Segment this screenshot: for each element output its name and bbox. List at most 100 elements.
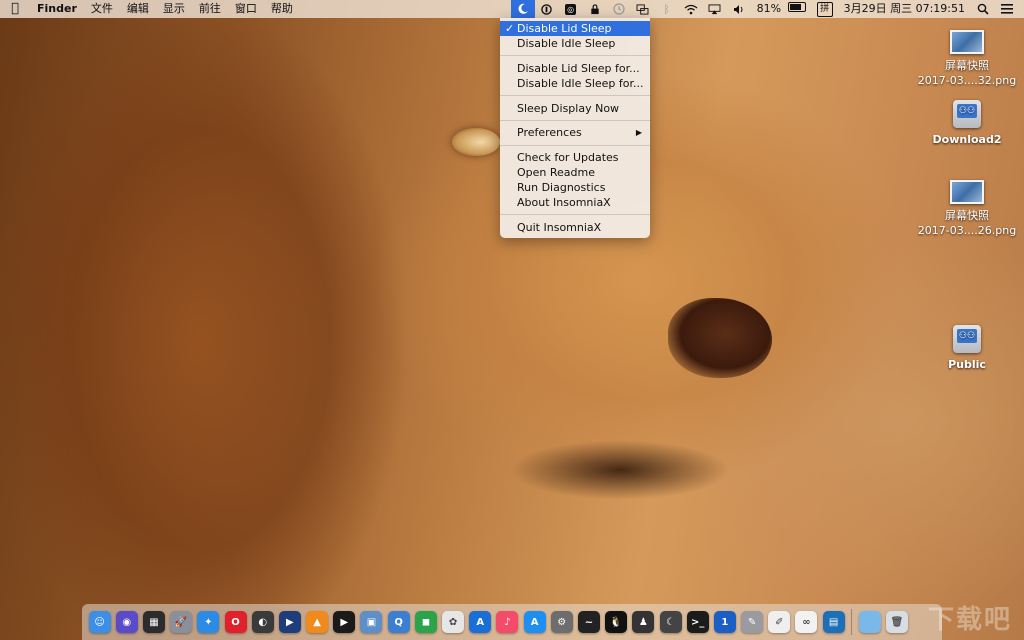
dock-app-terminal-icon[interactable]: >_	[686, 611, 709, 633]
dock-app-facetime-icon[interactable]: ◼	[414, 611, 437, 633]
submenu-arrow-icon: ▶	[635, 128, 642, 137]
file-name-line2: 2017-03....32.png	[917, 74, 1017, 87]
lock-icon[interactable]	[583, 0, 607, 18]
menu-item-disable-lid-sleep[interactable]: ✓ Disable Lid Sleep	[500, 21, 650, 36]
battery-icon	[787, 2, 806, 12]
bluetooth-icon[interactable]: ᛒ	[655, 0, 679, 18]
dock-app-music-icon[interactable]: ♪	[496, 611, 519, 633]
input-method-icon[interactable]: 拼	[812, 0, 838, 18]
menu-help[interactable]: 帮助	[264, 0, 300, 18]
dock-app-safari-icon[interactable]: ✦	[197, 611, 220, 633]
dock-app-finder-icon[interactable]: ☺	[88, 611, 111, 633]
menu-bar:  Finder 文件 编辑 显示 前往 窗口 帮助 ◎ ᛒ	[0, 0, 1024, 18]
dock-app-player-icon[interactable]: ▶	[333, 611, 356, 633]
menu-view[interactable]: 显示	[156, 0, 192, 18]
menu-item-check-for-updates[interactable]: Check for Updates	[500, 150, 650, 165]
onepassword-status-icon[interactable]	[535, 0, 559, 18]
menu-item-disable-idle-sleep-for[interactable]: Disable Idle Sleep for...	[500, 76, 650, 91]
dock-app-messages-q-icon[interactable]: Q	[387, 611, 410, 633]
dock-app-textedit-icon[interactable]: ✐	[768, 611, 791, 633]
menu-go[interactable]: 前往	[192, 0, 228, 18]
menu-item-run-diagnostics[interactable]: Run Diagnostics	[500, 180, 650, 195]
desktop-drive-public[interactable]: ⚇⚇ Public	[912, 325, 1022, 372]
menu-app-name[interactable]: Finder	[30, 0, 84, 18]
battery-percent[interactable]: 81%	[751, 0, 812, 18]
dock-app-night-icon[interactable]: ☾	[659, 611, 682, 633]
status-area: ◎ ᛒ 81% 拼 3月29日 周三 07:19:51	[510, 0, 1024, 18]
status-app-icon[interactable]: ◎	[559, 0, 583, 18]
menu-separator	[500, 95, 650, 96]
dock-app-qq-icon[interactable]: 🐧	[605, 611, 628, 633]
dock-app-xcode-icon[interactable]: A	[469, 611, 492, 633]
dock-app-vlc-icon[interactable]: ▲	[306, 611, 329, 633]
menu-file[interactable]: 文件	[84, 0, 120, 18]
file-name-line1: 屏幕快照	[945, 59, 989, 72]
window-icon[interactable]	[631, 0, 655, 18]
insomniax-icon[interactable]	[510, 0, 535, 18]
menu-item-label: Sleep Display Now	[517, 102, 620, 115]
file-name-line1: 屏幕快照	[945, 209, 989, 222]
network-drive-icon: ⚇⚇	[953, 100, 981, 128]
airplay-icon[interactable]	[703, 0, 727, 18]
screenshot-thumbnail-icon	[950, 180, 984, 204]
desktop-drive-download2[interactable]: ⚇⚇ Download2	[912, 100, 1022, 147]
network-users-icon: ⚇⚇	[957, 329, 977, 343]
menu-item-label: Preferences	[517, 126, 582, 139]
menu-window[interactable]: 窗口	[228, 0, 264, 18]
input-method-label: 拼	[816, 1, 833, 17]
dock-app-preview-icon[interactable]: ▣	[360, 611, 383, 633]
menu-item-quit-insomniax[interactable]: Quit InsomniaX	[500, 220, 650, 235]
dock-trash-icon[interactable]: 🗑	[886, 611, 909, 633]
dock-app-quicktime-icon[interactable]: ▶	[278, 611, 301, 633]
menu-item-label: Disable Lid Sleep	[517, 22, 612, 35]
battery-fill	[789, 4, 801, 10]
menu-item-sleep-display-now[interactable]: Sleep Display Now	[500, 101, 650, 116]
menu-item-label: Disable Lid Sleep for...	[517, 62, 640, 75]
dock-app-activity-monitor-icon[interactable]: ~	[577, 611, 600, 633]
file-name-line2: 2017-03....26.png	[917, 224, 1017, 237]
desktop-screenshot-file-2[interactable]: 屏幕快照 2017-03....26.png	[912, 180, 1022, 238]
menu-separator	[500, 120, 650, 121]
dock-app-app-store-icon[interactable]: A	[523, 611, 546, 633]
menu-item-disable-lid-sleep-for[interactable]: Disable Lid Sleep for...	[500, 61, 650, 76]
wallpaper-lion-mouth	[510, 440, 730, 500]
dock-app-system-prefs-icon[interactable]: ⚙	[550, 611, 573, 633]
dock-app-chrome-like-icon[interactable]: ◐	[251, 611, 274, 633]
battery-percent-text: 81%	[756, 2, 782, 15]
spotlight-search-icon[interactable]	[971, 0, 995, 18]
menu-item-label: Disable Idle Sleep for...	[517, 77, 644, 90]
dock-app-siri-icon[interactable]: ◉	[115, 611, 138, 633]
menu-item-label: Run Diagnostics	[517, 181, 606, 194]
menu-item-preferences[interactable]: Preferences ▶	[500, 125, 650, 140]
wallpaper-lion-eye	[452, 128, 500, 156]
dock-app-dashboard-icon[interactable]: ▦	[142, 611, 165, 633]
menu-item-about-insomniax[interactable]: About InsomniaX	[500, 195, 650, 210]
drive-name: Download2	[932, 133, 1002, 146]
menu-item-disable-idle-sleep[interactable]: Disable Idle Sleep	[500, 36, 650, 51]
dock: ☺ ◉ ▦ 🚀 ✦ O ◐ ▶ ▲ ▶ ▣ Q ◼ ✿ A ♪ A ⚙ ~ 🐧 ♟ ☾ >_ 1 ✎ ✐ ∞ ▤ 🗑	[82, 604, 942, 640]
menu-item-label: Check for Updates	[517, 151, 619, 164]
dock-app-incognito-icon[interactable]: ♟	[632, 611, 655, 633]
apple-logo-icon[interactable]: 	[0, 0, 30, 18]
menu-item-open-readme[interactable]: Open Readme	[500, 165, 650, 180]
dock-folder-icon[interactable]	[858, 611, 881, 633]
menu-item-label: About InsomniaX	[517, 196, 611, 209]
wifi-icon[interactable]	[679, 0, 703, 18]
volume-icon[interactable]	[727, 0, 751, 18]
dock-app-screen-capture-icon[interactable]: ▤	[822, 611, 845, 633]
dock-app-opera-icon[interactable]: O	[224, 611, 247, 633]
wallpaper-lion-nose	[668, 298, 772, 378]
dock-separator	[851, 609, 853, 635]
time-machine-icon[interactable]	[607, 0, 631, 18]
dock-app-utility-icon[interactable]: ✎	[741, 611, 764, 633]
dock-app-baidu-icon[interactable]: ∞	[795, 611, 818, 633]
desktop-screenshot-file-1[interactable]: 屏幕快照 2017-03....32.png	[912, 30, 1022, 88]
menu-separator	[500, 145, 650, 146]
clock[interactable]: 3月29日 周三 07:19:51	[838, 0, 971, 18]
dock-app-onepassword-icon[interactable]: 1	[713, 611, 736, 633]
menu-edit[interactable]: 编辑	[120, 0, 156, 18]
screenshot-thumbnail-icon	[950, 30, 984, 54]
notification-center-icon[interactable]	[995, 0, 1024, 18]
dock-app-photos-icon[interactable]: ✿	[442, 611, 465, 633]
dock-app-launchpad-icon[interactable]: 🚀	[170, 611, 193, 633]
